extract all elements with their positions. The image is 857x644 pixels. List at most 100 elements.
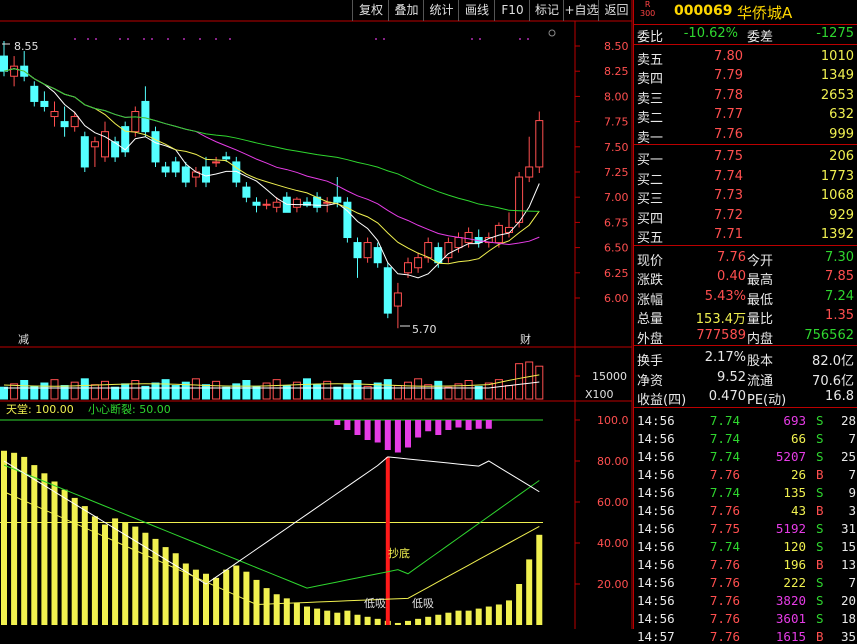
candle-body[interactable] [494,224,503,244]
candle-body[interactable] [272,201,281,208]
candle-body[interactable] [434,247,443,264]
candle-body[interactable] [373,247,382,264]
toolbar-button-2[interactable]: 统计 [423,0,459,21]
volume-bar[interactable] [80,378,89,400]
volume-bar[interactable] [434,380,443,400]
toolbar-button-6[interactable]: +自选 [563,0,599,21]
candle-body[interactable] [212,161,221,164]
volume-bar[interactable] [515,363,524,400]
candle-body[interactable] [333,196,342,203]
indicator-histogram-bar [425,616,432,625]
candle-body[interactable] [242,186,251,198]
candle-body[interactable] [90,141,99,148]
candle-body[interactable] [262,203,271,206]
volume-bar[interactable] [242,380,251,400]
volume-bar[interactable] [272,379,281,400]
candle-body[interactable] [40,100,49,107]
candle-body[interactable] [414,257,423,269]
toolbar-button-5[interactable]: 标记 [529,0,564,21]
volume-bar[interactable] [101,380,109,400]
indicator-histogram-bar [405,620,411,625]
indicator-panel[interactable]: 100.0 80.00 60.00 40.00 20.00 [0,414,629,625]
indicator-warning-bar [384,420,391,450]
candle-body[interactable] [252,201,261,206]
volume-bar[interactable] [151,382,160,400]
volume-bar[interactable] [191,378,200,400]
volume-bar[interactable] [525,361,534,400]
volume-bar[interactable] [313,384,322,400]
candle-body[interactable] [30,85,39,102]
volume-bar[interactable] [131,380,140,400]
candle-body[interactable] [222,156,231,160]
candle-body[interactable] [525,166,534,178]
volume-bar[interactable] [40,382,49,400]
volume-bar[interactable] [343,383,352,400]
indicator-warning-bar [344,420,351,430]
volume-bar[interactable] [353,380,362,400]
volume-bar[interactable] [70,381,79,400]
candle-body[interactable] [454,237,463,249]
candle-body[interactable] [0,55,8,72]
volume-bar[interactable] [222,386,231,400]
candle-body[interactable] [353,242,362,259]
candle-body[interactable] [393,292,402,307]
top-dot-marker [479,38,481,40]
candle-body[interactable] [70,116,79,128]
candle-body[interactable] [404,262,412,274]
candle-body[interactable] [181,166,190,183]
toolbar-button-7[interactable]: 返回 [598,0,634,21]
volume-bar[interactable] [50,379,59,400]
volume-bar[interactable] [373,382,382,400]
candle-body[interactable] [171,161,180,173]
kline-chart-area[interactable]: 8.50 8.25 8.00 7.75 7.50 7.25 7.00 6.75 6.50 6.25… [0,0,633,629]
price-panel[interactable] [0,40,544,329]
toolbar-button-0[interactable]: 复权 [352,0,389,21]
volume-bar[interactable] [464,380,473,400]
volume-bar[interactable] [383,379,392,400]
volume-bar[interactable] [404,381,412,400]
bottom-signal-line [385,456,390,625]
volume-bar[interactable] [202,384,210,400]
candle-body[interactable] [535,120,544,168]
candle-body[interactable] [424,242,433,259]
volume-bar[interactable] [414,378,423,400]
volume-bar[interactable] [484,382,493,400]
stat-value: 1.35 [825,308,854,323]
toolbar-button-4[interactable]: F10 [494,0,530,21]
candle-body[interactable] [10,65,19,77]
stock-name: 华侨城A [737,4,793,22]
candle-body[interactable] [50,111,59,118]
candle-body[interactable] [60,121,69,128]
top-dot-marker [375,38,377,40]
volume-bar[interactable] [505,385,513,400]
volume-bar[interactable] [303,378,311,400]
volume-bar[interactable] [0,386,8,400]
volume-bar[interactable] [333,386,342,400]
volume-panel[interactable] [0,361,581,400]
candle-body[interactable] [80,136,89,168]
candle-body[interactable] [464,231,473,244]
candle-body[interactable] [131,111,140,133]
candle-body[interactable] [232,161,241,183]
volume-bar[interactable] [10,383,19,400]
volume-bar[interactable] [444,386,453,400]
volume-bar[interactable] [90,384,99,400]
candle-body[interactable] [383,267,392,314]
candle-body[interactable] [151,131,160,163]
tick-price: 7.76 [709,466,740,482]
volume-bar[interactable] [161,379,170,400]
indicator-axis-label: 80.00 [597,455,629,468]
volume-bar[interactable] [20,380,29,400]
candle-body[interactable] [363,242,372,259]
volume-bar[interactable] [121,383,130,400]
candle-body[interactable] [292,198,301,208]
candle-body[interactable] [141,100,150,133]
volume-bar[interactable] [212,380,221,400]
sell-level-label: 卖二 [637,111,664,126]
candle-body[interactable] [515,176,524,223]
volume-bar[interactable] [424,384,433,400]
volume-bar[interactable] [111,386,120,400]
candle-body[interactable] [161,166,170,173]
toolbar-button-3[interactable]: 画线 [458,0,495,21]
toolbar-button-1[interactable]: 叠加 [388,0,424,21]
